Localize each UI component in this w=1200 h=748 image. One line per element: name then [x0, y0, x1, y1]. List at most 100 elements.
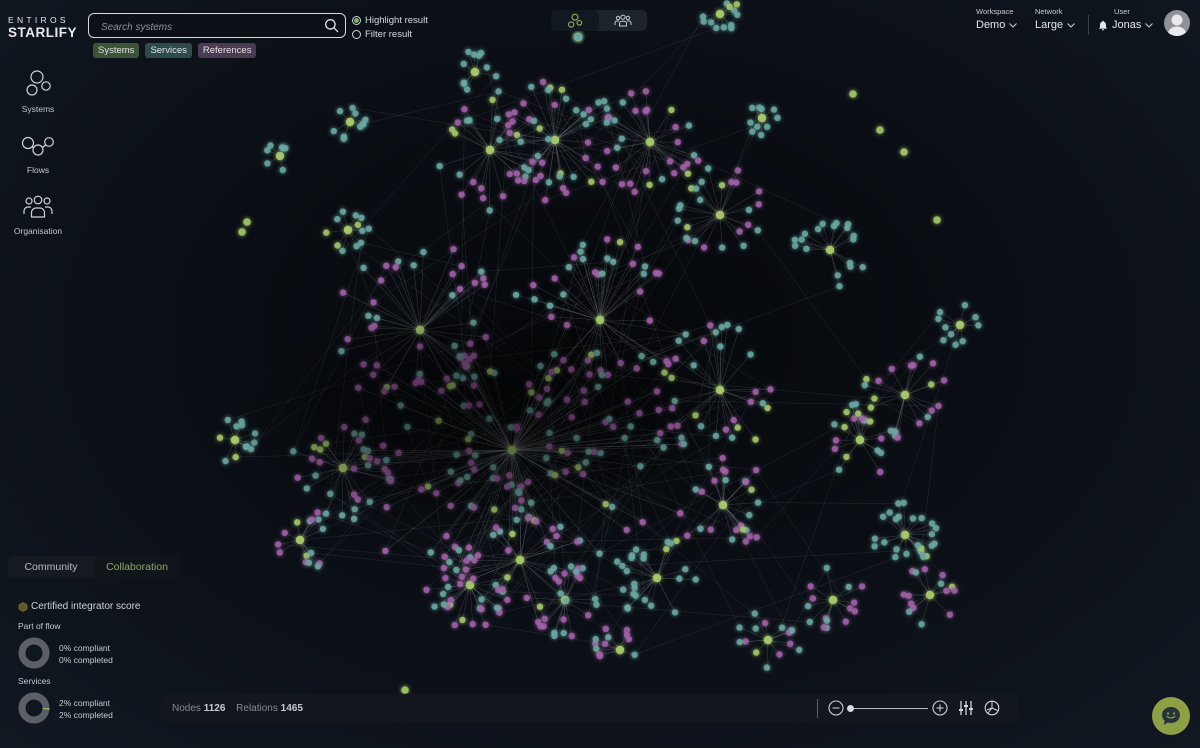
- graph-node[interactable]: [947, 331, 955, 338]
- graph-node[interactable]: [483, 64, 491, 71]
- layout-icon[interactable]: [984, 700, 1000, 716]
- graph-node[interactable]: [267, 142, 274, 149]
- graph-node[interactable]: [742, 638, 749, 645]
- graph-node[interactable]: [352, 212, 359, 219]
- bell-icon[interactable]: [1098, 20, 1108, 31]
- graph-node[interactable]: [749, 104, 756, 112]
- graph-node[interactable]: [820, 624, 827, 631]
- graph-node[interactable]: [605, 634, 612, 641]
- graph-node[interactable]: [851, 599, 858, 606]
- graph-node[interactable]: [582, 120, 590, 128]
- graph-node[interactable]: [479, 195, 487, 202]
- graph-node[interactable]: [562, 597, 570, 605]
- graph-node[interactable]: [562, 95, 570, 102]
- graph-node[interactable]: [558, 86, 566, 93]
- graph-node[interactable]: [534, 152, 541, 160]
- graph-node[interactable]: [910, 362, 917, 369]
- graph-node[interactable]: [684, 160, 691, 168]
- zoom-slider[interactable]: [846, 704, 928, 712]
- graph-node[interactable]: [774, 114, 781, 122]
- graph-node[interactable]: [596, 651, 603, 658]
- graph-node[interactable]: [641, 596, 649, 604]
- graph-node[interactable]: [536, 603, 544, 610]
- graph-node[interactable]: [788, 627, 796, 634]
- graph-node[interactable]: [728, 25, 735, 32]
- graph-node[interactable]: [493, 604, 501, 612]
- nav-systems[interactable]: Systems: [0, 69, 76, 114]
- graph-node[interactable]: [642, 168, 650, 175]
- graph-node[interactable]: [601, 98, 608, 105]
- graph-node[interactable]: [436, 162, 443, 170]
- graph-node[interactable]: [685, 122, 693, 129]
- network-view-button[interactable]: [551, 10, 599, 31]
- graph-node[interactable]: [469, 620, 476, 628]
- graph-node[interactable]: [541, 615, 548, 622]
- graph-node[interactable]: [745, 206, 753, 214]
- graph-node[interactable]: [924, 413, 931, 421]
- graph-node[interactable]: [478, 596, 485, 603]
- graph-node[interactable]: [951, 587, 958, 594]
- graph-node[interactable]: [734, 11, 741, 18]
- user-menu[interactable]: User Jonas: [1098, 7, 1154, 31]
- highlight-result-radio[interactable]: Highlight result: [352, 13, 428, 27]
- graph-node[interactable]: [946, 611, 954, 618]
- graph-node[interactable]: [624, 605, 631, 612]
- graph-node[interactable]: [684, 224, 691, 231]
- network-selector[interactable]: Network Large: [1035, 7, 1075, 31]
- graph-node[interactable]: [674, 138, 681, 146]
- graph-node[interactable]: [749, 128, 756, 135]
- graph-node[interactable]: [668, 106, 675, 114]
- graph-node[interactable]: [713, 24, 720, 32]
- system-hub-node[interactable]: [470, 67, 480, 77]
- graph-node[interactable]: [603, 105, 611, 112]
- graph-node[interactable]: [359, 120, 367, 128]
- graph-node[interactable]: [585, 612, 592, 619]
- system-hub-node[interactable]: [955, 320, 965, 330]
- tab-community[interactable]: Community: [8, 556, 94, 578]
- graph-node[interactable]: [959, 338, 966, 345]
- tab-collaboration[interactable]: Collaboration: [94, 556, 180, 578]
- graph-node[interactable]: [587, 116, 595, 123]
- graph-node[interactable]: [909, 515, 917, 522]
- graph-node[interactable]: [495, 88, 502, 95]
- graph-node[interactable]: [551, 101, 558, 109]
- graph-node[interactable]: [492, 73, 500, 80]
- graph-node[interactable]: [593, 601, 600, 608]
- graph-node[interactable]: [631, 188, 638, 195]
- graph-node[interactable]: [914, 542, 922, 549]
- graph-node[interactable]: [804, 602, 812, 610]
- graph-node[interactable]: [697, 196, 704, 204]
- graph-node[interactable]: [470, 178, 477, 186]
- graph-node[interactable]: [513, 131, 521, 139]
- graph-node[interactable]: [776, 651, 783, 658]
- system-hub-node[interactable]: [715, 210, 725, 220]
- avatar[interactable]: [1164, 10, 1190, 36]
- graph-node[interactable]: [545, 136, 552, 143]
- graph-node[interactable]: [916, 353, 924, 360]
- graph-node[interactable]: [504, 596, 511, 604]
- graph-node[interactable]: [942, 324, 949, 331]
- graph-node[interactable]: [736, 638, 743, 646]
- graph-node[interactable]: [939, 571, 946, 579]
- graph-node[interactable]: [699, 13, 707, 20]
- graph-node[interactable]: [695, 157, 702, 164]
- graph-node[interactable]: [627, 180, 634, 187]
- graph-node[interactable]: [763, 664, 771, 671]
- graph-node[interactable]: [961, 302, 969, 309]
- graph-node[interactable]: [752, 625, 759, 632]
- graph-node[interactable]: [698, 178, 705, 185]
- graph-node[interactable]: [521, 177, 528, 185]
- graph-node[interactable]: [336, 107, 344, 115]
- graph-node[interactable]: [568, 632, 576, 640]
- graph-node[interactable]: [851, 608, 859, 615]
- graph-node[interactable]: [933, 216, 941, 224]
- graph-node[interactable]: [733, 179, 740, 186]
- graph-node[interactable]: [517, 138, 524, 145]
- graph-node[interactable]: [726, 3, 733, 10]
- graph-node[interactable]: [754, 123, 761, 130]
- graph-node[interactable]: [529, 158, 536, 165]
- graph-node[interactable]: [842, 618, 849, 625]
- graph-node[interactable]: [601, 640, 609, 647]
- graph-node[interactable]: [464, 117, 471, 124]
- graph-node[interactable]: [632, 592, 639, 599]
